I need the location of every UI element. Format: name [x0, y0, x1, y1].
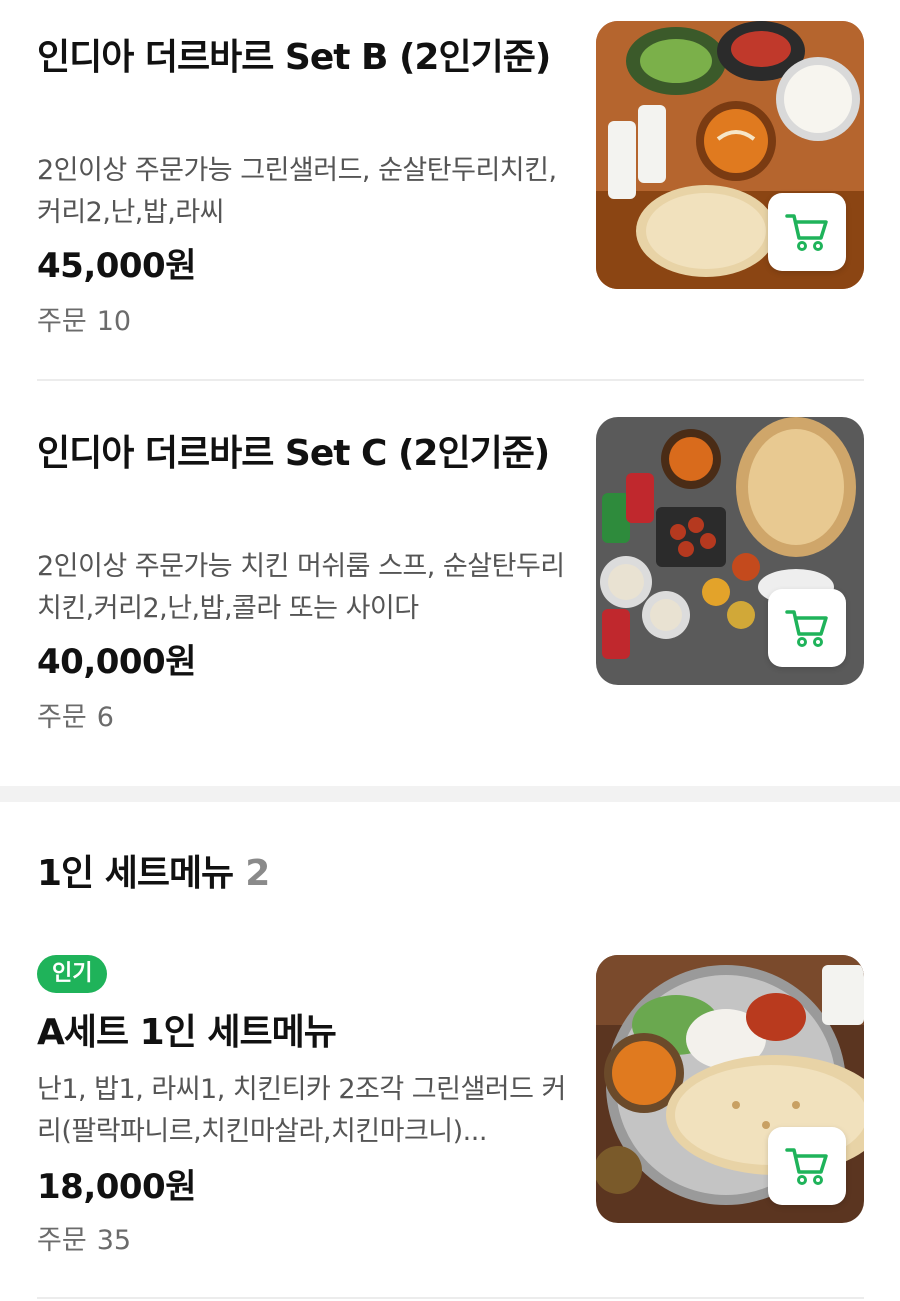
menu-item-image[interactable]	[596, 955, 864, 1223]
menu-item-image[interactable]	[596, 21, 864, 289]
menu-item-title: A세트 1인 세트메뉴	[37, 1012, 337, 1053]
orders-count: 35	[96, 1225, 132, 1256]
cart-icon	[785, 1148, 828, 1185]
menu-item[interactable]: 인디아 더르바르 Set C (2인기준) 2인이상 주문가능 치킨 머쉬룸 스…	[37, 417, 864, 740]
divider	[37, 1297, 864, 1299]
menu-item-orders: 주문 6	[37, 700, 124, 736]
menu-item[interactable]: 인디아 더르바르 Set B (2인기준) 2인이상 주문가능 그린샐러드, 순…	[37, 21, 864, 344]
menu-item[interactable]: 인기 A세트 1인 세트메뉴 난1, 밥1, 라씨1, 치킨티카 2조각 그린샐…	[37, 955, 864, 1265]
menu-item-title: 인디아 더르바르 Set C (2인기준)	[37, 433, 550, 474]
menu-item-price: 45,000원	[37, 246, 196, 286]
menu-item-orders: 주문 10	[37, 304, 141, 340]
menu-item-description: 난1, 밥1, 라씨1, 치킨티카 2조각 그린샐러드 커리(팔락파니르,치킨마…	[37, 1074, 566, 1147]
cart-icon	[785, 610, 828, 647]
section-title-text: 1인 세트메뉴	[37, 853, 234, 894]
menu-item-image[interactable]	[596, 417, 864, 685]
menu-item-orders: 주문 35	[37, 1223, 141, 1259]
orders-count: 6	[96, 702, 114, 733]
orders-label: 주문	[37, 1225, 87, 1256]
add-to-cart-button[interactable]	[768, 1127, 846, 1205]
section-count: 2	[245, 853, 270, 894]
orders-count: 10	[96, 306, 132, 337]
menu-item-price: 18,000원	[37, 1167, 196, 1207]
orders-label: 주문	[37, 306, 87, 337]
section-gap	[0, 786, 900, 802]
menu-item-title: 인디아 더르바르 Set B (2인기준)	[37, 37, 551, 78]
menu-item-price: 40,000원	[37, 642, 196, 682]
popular-badge: 인기	[37, 955, 108, 993]
section-title: 1인 세트메뉴 2	[37, 850, 270, 898]
menu-item-description: 2인이상 주문가능 그린샐러드, 순살탄두리치킨,커리2,난,밥,라씨	[37, 155, 557, 228]
menu-item-description: 2인이상 주문가능 치킨 머쉬룸 스프, 순살탄두리치킨,커리2,난,밥,콜라 …	[37, 551, 565, 624]
add-to-cart-button[interactable]	[768, 193, 846, 271]
orders-label: 주문	[37, 702, 87, 733]
divider	[37, 379, 864, 381]
cart-icon	[785, 214, 828, 251]
add-to-cart-button[interactable]	[768, 589, 846, 667]
